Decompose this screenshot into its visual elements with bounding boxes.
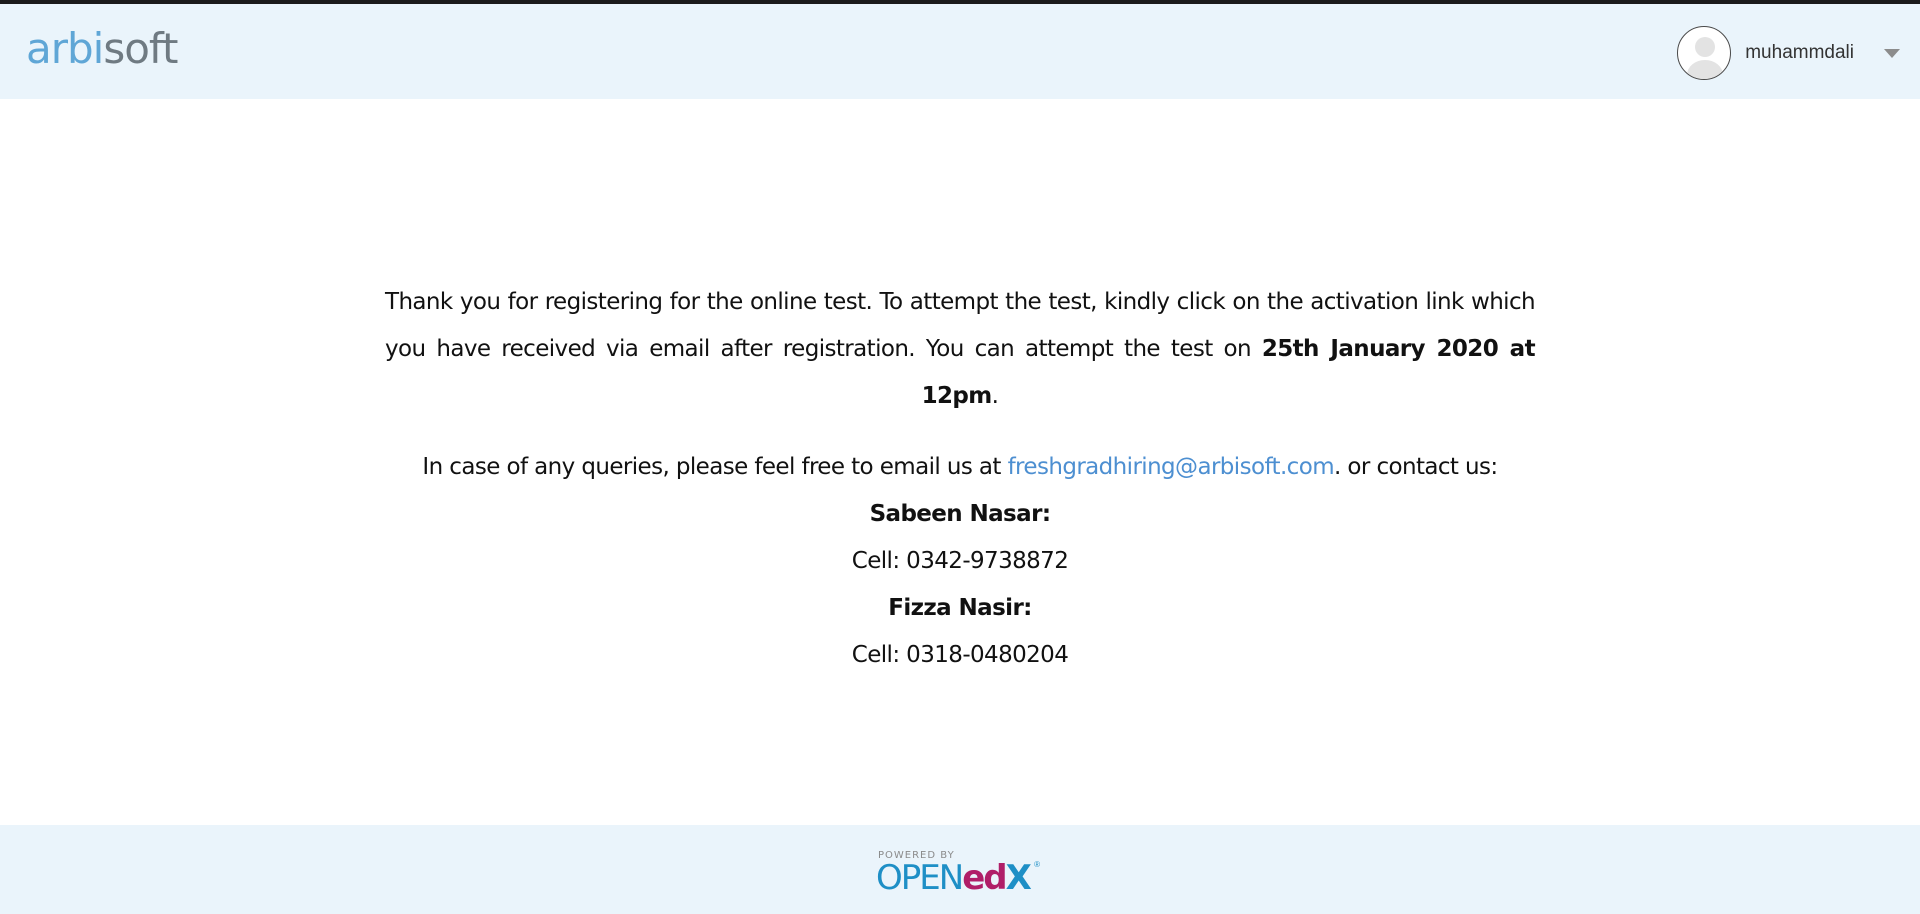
openedx-x: X xyxy=(1005,858,1032,898)
openedx-ed: ed xyxy=(962,858,1007,898)
main-content: Thank you for registering for the online… xyxy=(0,99,1920,825)
registration-message: Thank you for registering for the online… xyxy=(385,279,1536,679)
registered-mark: ® xyxy=(1034,860,1040,869)
openedx-wordmark: OPENedX xyxy=(876,858,1032,898)
intro-end: . xyxy=(991,383,999,409)
query-paragraph: In case of any queries, please feel free… xyxy=(385,444,1535,491)
avatar-head-shape xyxy=(1695,37,1716,57)
user-menu[interactable]: muhammdali xyxy=(1677,24,1900,82)
email-link[interactable]: freshgradhiring@arbisoft.com xyxy=(1008,454,1335,480)
contact-name: Fizza Nasir: xyxy=(888,595,1032,621)
chevron-down-icon[interactable] xyxy=(1884,48,1900,58)
site-header: arbisoft muhammdali xyxy=(0,4,1920,99)
site-footer: POWERED BY OPENedX ® xyxy=(0,825,1920,914)
contact-name: Sabeen Nasar: xyxy=(869,501,1051,527)
query-end: . or contact us: xyxy=(1334,454,1498,480)
logo-part-arbi: arbi xyxy=(26,24,104,73)
openedx-open: OPEN xyxy=(876,858,964,898)
logo-part-soft: soft xyxy=(103,24,178,73)
powered-by-openedx-logo[interactable]: POWERED BY OPENedX ® xyxy=(876,850,1040,898)
contact-cell: Cell: 0318-0480204 xyxy=(851,642,1069,668)
avatar-shoulders-shape xyxy=(1687,60,1724,79)
avatar[interactable] xyxy=(1677,26,1732,80)
intro-paragraph: Thank you for registering for the online… xyxy=(385,279,1536,420)
query-text: In case of any queries, please feel free… xyxy=(422,454,1008,480)
contact-cell: Cell: 0342-9738872 xyxy=(851,548,1069,574)
arbisoft-logo[interactable]: arbisoft xyxy=(26,24,178,74)
username[interactable]: muhammdali xyxy=(1745,42,1854,64)
